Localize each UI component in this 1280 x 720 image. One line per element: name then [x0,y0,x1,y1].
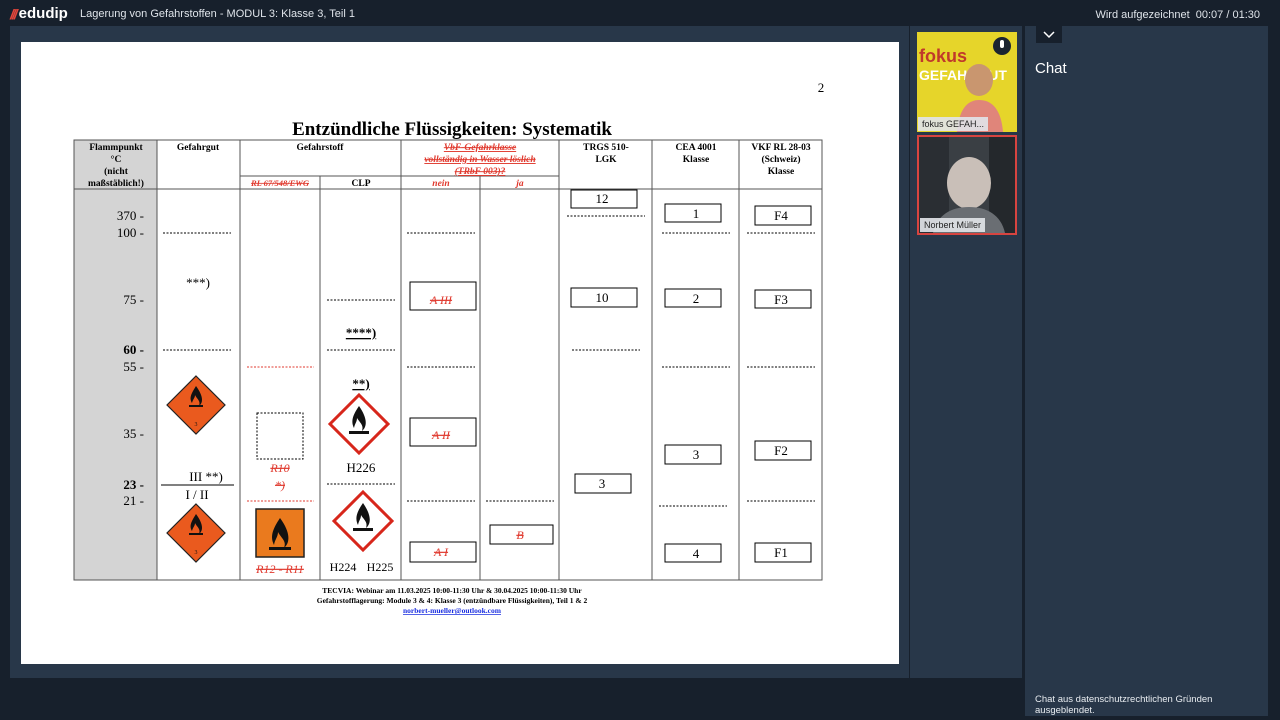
clp-h226: H226 [347,460,376,475]
trgs-12: 12 [596,191,609,206]
vkf-f3: F3 [774,292,788,307]
vbf-a-ii: A II [431,428,451,442]
temp-35: 35 - [123,426,144,441]
header-nein: nein [432,179,449,189]
webinar-title: Lagerung von Gefahrstoffen - MODUL 3: Kl… [80,8,355,20]
clp-note-stars4: ****) [346,325,376,340]
cea-2: 2 [693,291,700,306]
trgs-10: 10 [596,290,609,305]
slide-table-svg: 2 Entzündliche Flüssigkeiten: Systematik… [73,80,825,615]
header-cea-2: Klasse [683,155,709,165]
chat-panel: Chat Chat aus datenschutzrechtlichen Grü… [1025,26,1268,716]
vbf-a-iii: A III [429,293,453,307]
gefahrgut-note-i-ii: I / II [185,487,208,502]
video-text-gefahrgut: GEFAHRGUT [919,67,1007,83]
slide-footer-email[interactable]: norbert-mueller@outlook.com [403,606,502,615]
header-gefahrgut: Gefahrgut [177,143,220,153]
gefahrgut-note-stars3: ***) [186,275,210,290]
slide-footer-line-2: Gefahrstofflagerung: Module 3 & 4: Klass… [317,596,588,605]
temp-100: 100 - [117,225,144,240]
header-trgs-1: TRGS 510- [583,143,629,153]
participant-tile-norbert[interactable]: Norbert Müller [917,135,1017,235]
vbf-a-i: A I [433,545,449,559]
participant-tile-fokus[interactable]: fokus GEFAHRGUT fokus GEFAH... [917,32,1017,132]
temp-60: 60 - [123,342,144,357]
clp-flame-pictogram-lower-icon [331,489,395,553]
clp-h225: H225 [367,560,394,574]
svg-text:3: 3 [195,550,198,556]
logo-text: edudip [18,5,68,22]
header-gefahrstoff: Gefahrstoff [297,143,345,153]
cea-1: 1 [693,206,700,221]
presentation-slide: 2 Entzündliche Flüssigkeiten: Systematik… [21,42,899,664]
header-vbf-1: VbF-Gefahrklasse [444,143,517,153]
temp-55: 55 - [123,359,144,374]
slide-footer-line-1: TECVIA: Webinar am 11.03.2025 10:00-11:3… [322,586,582,595]
rl-r10: R10 [269,461,289,475]
header-clp: CLP [352,179,371,189]
header-vbf-3: (TRbF 003)? [455,166,506,177]
gefahrgut-label-lower-icon: 3 [166,503,226,563]
edudip-logo: /// edudip [10,5,68,22]
vkf-f4: F4 [774,208,788,223]
clp-note-stars2: **) [352,376,369,391]
slide-heading: Entzündliche Flüssigkeiten: Systematik [292,119,612,140]
vkf-f1: F1 [774,545,788,560]
dashed-dividers [163,215,815,507]
cea-4: 4 [693,546,700,561]
header-flammpunkt-4: maßstäblich!) [88,178,144,189]
header-flammpunkt-2: °C [111,154,122,165]
header-rl: RL 67/548/EWG [250,178,310,188]
chat-title: Chat [1035,60,1067,77]
participant-name-fokus: fokus GEFAH... [918,117,989,131]
trgs-3: 3 [599,476,606,491]
header-vbf-2: vollständig in Wasser löslich [424,155,535,165]
clp-flame-pictogram-upper-icon [327,392,391,456]
header-trgs-2: LGK [595,155,617,165]
top-bar: /// edudip Lagerung von Gefahrstoffen - … [0,0,1280,28]
video-text-fokus: fokus [919,46,967,66]
temp-370: 370 - [117,208,144,223]
clp-h224: H224 [330,560,357,574]
header-vkf-2: (Schweiz) [761,154,800,165]
recording-time: 00:07 / 01:30 [1195,9,1260,21]
cea-3: 3 [693,447,700,462]
chat-hidden-notice: Chat aus datenschutzrechtlichen Gründen … [1035,694,1213,716]
rl-r12-r11: R12 - R11 [255,562,304,576]
temp-75: 75 - [123,292,144,307]
temp-23: 23 - [123,477,144,492]
header-cea-1: CEA 4001 [676,143,717,153]
gefahrgut-label-upper-icon: 3 [166,375,226,435]
recording-status: Wird aufgezeichnet 00:07 / 01:30 [1095,9,1260,21]
gefahrgut-note-iii: III **) [189,469,223,484]
vbf-b: B [516,528,524,542]
header-flammpunkt-3: (nicht [104,166,129,177]
header-vkf-3: Klasse [768,167,794,177]
chat-collapse-button[interactable] [1036,26,1062,43]
header-ja: ja [514,179,524,189]
header-vkf-1: VKF RL 28-03 [751,143,811,153]
slide-page-number: 2 [818,80,825,95]
column-lines [156,140,740,580]
rl-flame-symbol-icon [255,508,305,558]
flammpunkt-column-bg [74,140,157,580]
temp-21: 21 - [123,493,144,508]
rl-empty-symbol-box [256,412,304,460]
recording-label: Wird aufgezeichnet [1095,9,1190,21]
participant-name-norbert: Norbert Müller [920,218,986,232]
chevron-down-icon [1043,30,1055,38]
rl-r10-footnote: *) [275,478,285,492]
svg-text:3: 3 [195,422,198,428]
header-flammpunkt-1: Flammpunkt [89,143,143,153]
vkf-f2: F2 [774,443,788,458]
logo-slashes-icon: /// [10,5,18,22]
